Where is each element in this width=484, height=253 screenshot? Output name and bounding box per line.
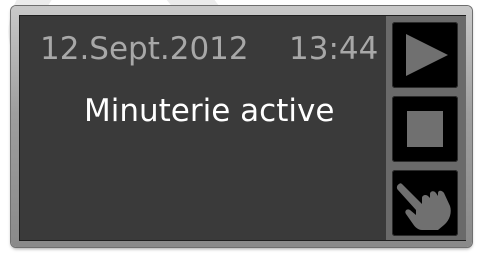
stage: CHE 12.Sept.2012 13:44 Minuterie active xyxy=(0,0,484,253)
stop-button[interactable] xyxy=(392,96,458,162)
status-label: Minuterie active xyxy=(84,93,335,129)
stop-icon xyxy=(407,111,443,147)
manual-button[interactable] xyxy=(392,170,458,236)
date-label: 12.Sept.2012 xyxy=(40,31,249,67)
play-button[interactable] xyxy=(392,22,458,88)
time-label: 13:44 xyxy=(289,31,379,67)
display-screen: 12.Sept.2012 13:44 Minuterie active xyxy=(19,15,466,241)
play-icon xyxy=(406,34,448,76)
control-sidebar xyxy=(386,16,466,240)
hand-pointer-icon xyxy=(396,183,451,230)
